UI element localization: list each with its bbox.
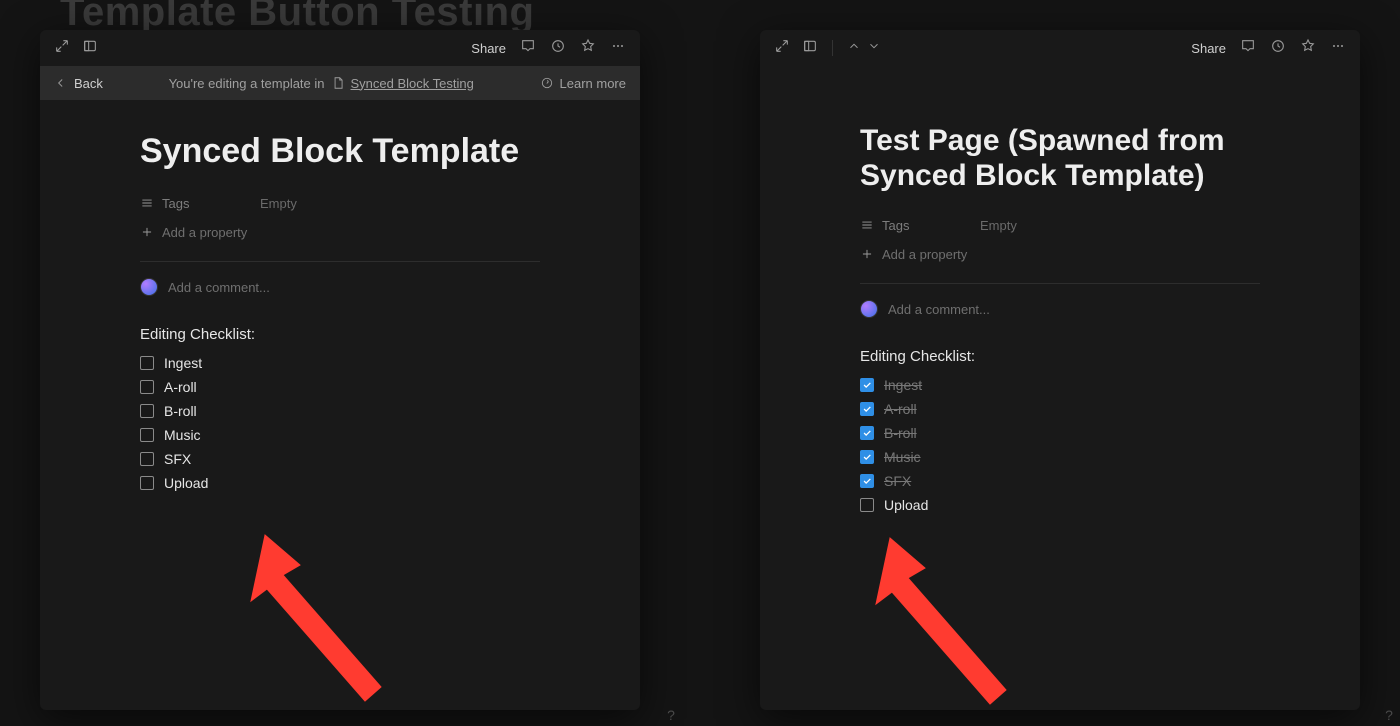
share-button[interactable]: Share bbox=[1191, 41, 1226, 56]
share-button[interactable]: Share bbox=[471, 41, 506, 56]
tags-icon bbox=[860, 218, 874, 232]
comment-placeholder: Add a comment... bbox=[168, 280, 270, 295]
todo-item[interactable]: A-roll bbox=[860, 397, 1260, 421]
add-comment-row[interactable]: Add a comment... bbox=[860, 294, 1260, 324]
pane-right-topbar: Share bbox=[760, 30, 1360, 66]
checkbox[interactable] bbox=[140, 476, 154, 490]
pane-right: Share Test Page (Spawned from Synced Blo… bbox=[760, 30, 1360, 710]
todo-item[interactable]: Music bbox=[140, 423, 540, 447]
todo-label: SFX bbox=[884, 473, 911, 489]
todo-item[interactable]: Upload bbox=[860, 493, 1260, 517]
todo-label: Upload bbox=[164, 475, 208, 491]
help-icon[interactable]: ? bbox=[1378, 704, 1400, 726]
checklist-right: Ingest A-roll B-roll Music SFX Upload bbox=[860, 373, 1260, 517]
checkbox[interactable] bbox=[860, 474, 874, 488]
todo-item[interactable]: SFX bbox=[140, 447, 540, 471]
expand-icon[interactable] bbox=[774, 38, 790, 59]
parent-page-link[interactable]: Synced Block Testing bbox=[351, 76, 474, 91]
checkbox[interactable] bbox=[140, 428, 154, 442]
todo-label: A-roll bbox=[164, 379, 197, 395]
property-row-tags[interactable]: Tags Empty bbox=[860, 211, 1260, 239]
todo-item[interactable]: B-roll bbox=[860, 421, 1260, 445]
comments-icon[interactable] bbox=[1240, 38, 1256, 59]
checkbox[interactable] bbox=[140, 452, 154, 466]
banner-message: You're editing a template in bbox=[169, 76, 325, 91]
divider bbox=[832, 40, 833, 56]
todo-label: SFX bbox=[164, 451, 191, 467]
favorite-icon[interactable] bbox=[1300, 38, 1316, 59]
peek-mode-icon[interactable] bbox=[82, 38, 98, 59]
checkbox[interactable] bbox=[860, 498, 874, 512]
checkbox[interactable] bbox=[860, 450, 874, 464]
next-record-icon[interactable] bbox=[867, 39, 881, 58]
checkbox[interactable] bbox=[140, 404, 154, 418]
annotation-arrow-icon bbox=[830, 508, 1050, 726]
peek-mode-icon[interactable] bbox=[802, 38, 818, 59]
expand-icon[interactable] bbox=[54, 38, 70, 59]
todo-label: A-roll bbox=[884, 401, 917, 417]
checkbox[interactable] bbox=[860, 402, 874, 416]
pane-left: Share Back You're ed bbox=[40, 30, 640, 710]
page-title[interactable]: Synced Block Template bbox=[140, 132, 540, 171]
plus-icon bbox=[140, 225, 154, 239]
add-property-label: Add a property bbox=[882, 247, 967, 262]
learn-more-button[interactable]: Learn more bbox=[540, 76, 626, 91]
checkbox[interactable] bbox=[860, 378, 874, 392]
todo-label: Music bbox=[164, 427, 201, 443]
divider bbox=[140, 261, 540, 262]
add-comment-row[interactable]: Add a comment... bbox=[140, 272, 540, 302]
todo-item[interactable]: SFX bbox=[860, 469, 1260, 493]
add-property-button[interactable]: Add a property bbox=[140, 217, 540, 247]
tags-label: Tags bbox=[162, 196, 189, 211]
favorite-icon[interactable] bbox=[580, 38, 596, 59]
back-button[interactable]: Back bbox=[54, 76, 103, 91]
checkbox[interactable] bbox=[860, 426, 874, 440]
todo-label: Ingest bbox=[164, 355, 202, 371]
todo-label: Upload bbox=[884, 497, 928, 513]
pane-left-topbar: Share bbox=[40, 30, 640, 66]
comments-icon[interactable] bbox=[520, 38, 536, 59]
todo-item[interactable]: Ingest bbox=[860, 373, 1260, 397]
todo-label: B-roll bbox=[164, 403, 197, 419]
divider bbox=[860, 283, 1260, 284]
updates-icon[interactable] bbox=[1270, 38, 1286, 59]
add-property-button[interactable]: Add a property bbox=[860, 239, 1260, 269]
updates-icon[interactable] bbox=[550, 38, 566, 59]
tags-value: Empty bbox=[260, 196, 297, 211]
todo-label: Ingest bbox=[884, 377, 922, 393]
avatar bbox=[860, 300, 878, 318]
todo-label: B-roll bbox=[884, 425, 917, 441]
property-row-tags[interactable]: Tags Empty bbox=[140, 189, 540, 217]
add-property-label: Add a property bbox=[162, 225, 247, 240]
checkbox[interactable] bbox=[140, 380, 154, 394]
tags-label: Tags bbox=[882, 218, 909, 233]
checklist-left: Ingest A-roll B-roll Music SFX Upload bbox=[140, 351, 540, 495]
todo-item[interactable]: A-roll bbox=[140, 375, 540, 399]
more-icon[interactable] bbox=[1330, 38, 1346, 59]
todo-item[interactable]: Ingest bbox=[140, 351, 540, 375]
annotation-arrow-icon bbox=[205, 505, 425, 725]
help-icon[interactable]: ? bbox=[660, 704, 682, 726]
template-banner: Back You're editing a template in Synced… bbox=[40, 66, 640, 100]
avatar bbox=[140, 278, 158, 296]
comment-placeholder: Add a comment... bbox=[888, 302, 990, 317]
plus-icon bbox=[860, 247, 874, 261]
learn-more-label: Learn more bbox=[560, 76, 626, 91]
todo-item[interactable]: B-roll bbox=[140, 399, 540, 423]
prev-record-icon[interactable] bbox=[847, 39, 861, 58]
page-title[interactable]: Test Page (Spawned from Synced Block Tem… bbox=[860, 124, 1260, 193]
todo-item[interactable]: Music bbox=[860, 445, 1260, 469]
tags-icon bbox=[140, 196, 154, 210]
section-heading[interactable]: Editing Checklist: bbox=[860, 348, 1260, 365]
tags-value: Empty bbox=[980, 218, 1017, 233]
todo-label: Music bbox=[884, 449, 921, 465]
page-icon bbox=[331, 76, 345, 90]
todo-item[interactable]: Upload bbox=[140, 471, 540, 495]
section-heading[interactable]: Editing Checklist: bbox=[140, 326, 540, 343]
checkbox[interactable] bbox=[140, 356, 154, 370]
back-label: Back bbox=[74, 76, 103, 91]
more-icon[interactable] bbox=[610, 38, 626, 59]
